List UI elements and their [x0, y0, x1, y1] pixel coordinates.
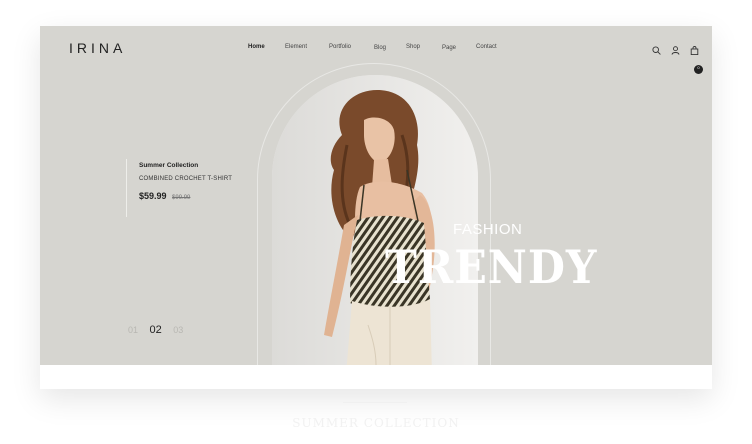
- nav-element[interactable]: Element: [285, 44, 307, 50]
- hero-subtitle: FASHION: [453, 221, 523, 238]
- nav-home[interactable]: Home: [248, 44, 265, 50]
- product-price: $59.99: [139, 191, 167, 201]
- ghost-divider: [343, 402, 407, 403]
- hero-section: IRINA Home Element Portfolio Blog Shop P…: [40, 26, 712, 389]
- ghost-section-heading: SUMMER COLLECTION: [292, 416, 460, 430]
- user-icon[interactable]: [671, 42, 680, 55]
- nav-shop[interactable]: Shop: [406, 44, 420, 50]
- product-old-price: $99.99: [172, 195, 191, 201]
- product-name[interactable]: COMBINED CROCHET T-SHIRT: [139, 176, 232, 182]
- slide-pager: 01 02 03: [128, 324, 192, 336]
- search-icon[interactable]: [652, 42, 661, 55]
- nav-contact[interactable]: Contact: [476, 44, 497, 50]
- price-row: $59.99 $99.99: [139, 191, 232, 201]
- collection-title: Summer Collection: [139, 162, 199, 169]
- section-divider: [40, 365, 712, 389]
- slide-dot-2[interactable]: 02: [150, 324, 162, 336]
- brand-logo[interactable]: IRINA: [69, 40, 126, 56]
- nav-page[interactable]: Page: [442, 45, 456, 51]
- slide-dot-1[interactable]: 01: [128, 325, 138, 335]
- slide-dot-3[interactable]: 03: [173, 325, 183, 335]
- nav-blog[interactable]: Blog: [374, 45, 386, 51]
- featured-product: Summer Collection COMBINED CROCHET T-SHI…: [126, 159, 232, 217]
- cart-count-badge: 0: [694, 65, 703, 74]
- model-photo: [272, 75, 478, 375]
- header-icons: 0: [652, 42, 703, 74]
- nav-portfolio[interactable]: Portfolio: [329, 44, 351, 50]
- cart-icon[interactable]: 0: [690, 42, 703, 74]
- hero-title: TRENDY: [385, 240, 598, 294]
